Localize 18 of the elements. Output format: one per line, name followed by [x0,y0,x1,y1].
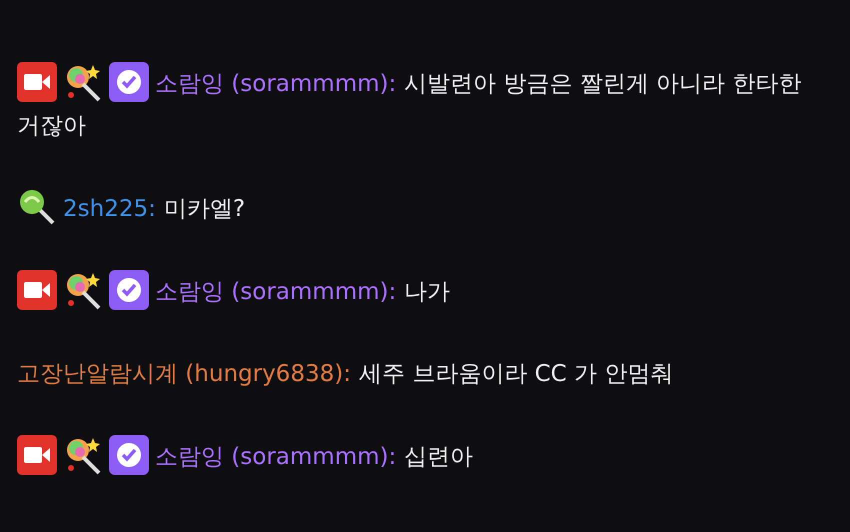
verified-icon [109,62,149,102]
camera-icon [17,435,57,475]
lollipop-icon [17,187,57,227]
verified-icon [109,270,149,310]
camera-icon [17,270,57,310]
message-text: 나가 [404,279,450,305]
message-text: 십련아 [404,444,474,470]
message-text: 거잖아 [17,113,86,139]
message-text: 세주 브라움이라 CC 가 안멈춰 [358,361,674,387]
username[interactable]: 소람잉 (sorammmm): [155,444,396,470]
username[interactable]: 고장난알람시계 (hungry6838): [17,361,351,387]
verified-icon [109,435,149,475]
camera-icon [17,62,57,102]
username[interactable]: 2sh225: [63,196,156,222]
message-text: 미카엘? [164,196,246,222]
message-text: 시발련아 방금은 짤린게 아니라 한타한 [404,71,802,97]
username[interactable]: 소람잉 (sorammmm): [155,71,396,97]
username[interactable]: 소람잉 (sorammmm): [155,279,396,305]
